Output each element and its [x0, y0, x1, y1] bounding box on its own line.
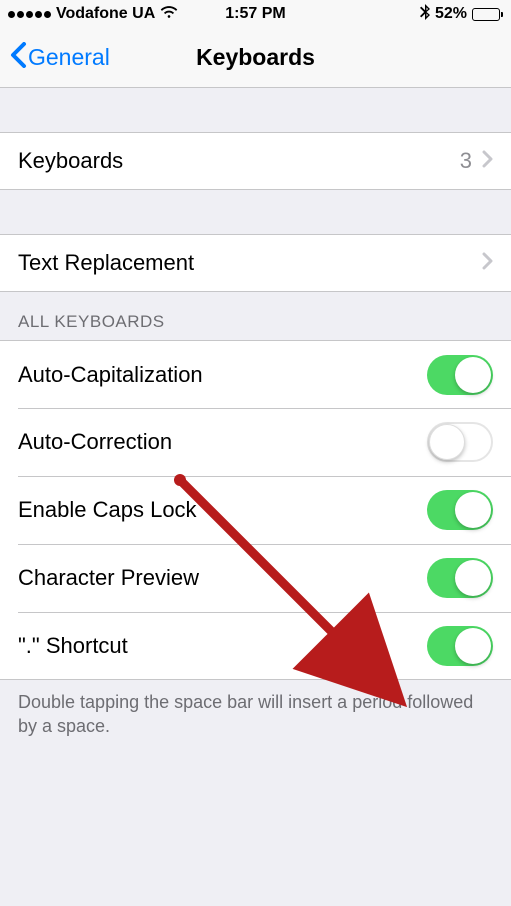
chevron-right-icon [482, 250, 493, 276]
period-shortcut-row: "." Shortcut [0, 612, 511, 680]
text-replacement-label: Text Replacement [18, 250, 482, 276]
status-bar: Vodafone UA 1:57 PM 52% [0, 0, 511, 28]
keyboards-label: Keyboards [18, 148, 460, 174]
auto-capitalization-label: Auto-Capitalization [18, 362, 427, 388]
status-right: 52% [420, 4, 503, 25]
chevron-left-icon [10, 42, 28, 74]
battery-percentage: 52% [435, 5, 467, 23]
auto-correction-row: Auto-Correction [0, 408, 511, 476]
keyboards-row[interactable]: Keyboards 3 [0, 132, 511, 190]
auto-correction-label: Auto-Correction [18, 429, 427, 455]
text-replacement-row[interactable]: Text Replacement [0, 234, 511, 292]
enable-caps-lock-label: Enable Caps Lock [18, 497, 427, 523]
keyboards-count: 3 [460, 148, 472, 174]
signal-strength-icon [8, 11, 51, 18]
auto-capitalization-toggle[interactable] [427, 355, 493, 395]
back-button[interactable]: General [10, 42, 110, 74]
character-preview-row: Character Preview [0, 544, 511, 612]
character-preview-toggle[interactable] [427, 558, 493, 598]
page-title: Keyboards [196, 44, 315, 71]
enable-caps-lock-row: Enable Caps Lock [0, 476, 511, 544]
back-label: General [28, 44, 110, 71]
auto-correction-toggle[interactable] [427, 422, 493, 462]
character-preview-label: Character Preview [18, 565, 427, 591]
status-time: 1:57 PM [225, 5, 285, 23]
carrier-label: Vodafone UA [56, 5, 155, 23]
enable-caps-lock-toggle[interactable] [427, 490, 493, 530]
battery-icon [472, 8, 503, 21]
section-header-all-keyboards: ALL KEYBOARDS [0, 292, 511, 340]
auto-capitalization-row: Auto-Capitalization [0, 340, 511, 408]
chevron-right-icon [482, 148, 493, 174]
wifi-icon [160, 5, 178, 24]
footer-description: Double tapping the space bar will insert… [0, 680, 511, 749]
period-shortcut-toggle[interactable] [427, 626, 493, 666]
navigation-bar: General Keyboards [0, 28, 511, 88]
status-left: Vodafone UA [8, 5, 178, 24]
period-shortcut-label: "." Shortcut [18, 633, 427, 659]
bluetooth-icon [420, 4, 430, 25]
